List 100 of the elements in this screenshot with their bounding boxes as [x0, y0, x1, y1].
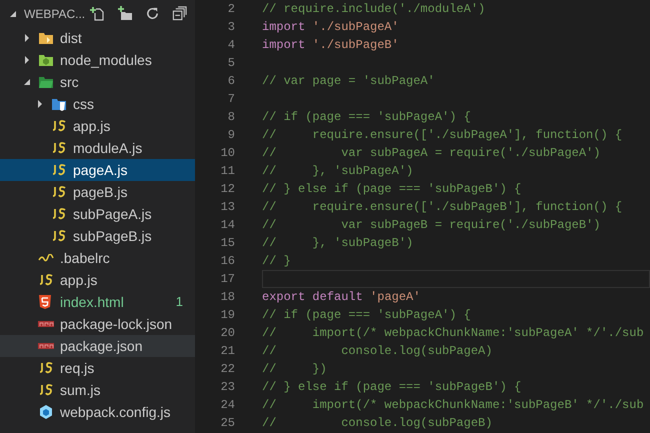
tree-item[interactable]: pageA.js: [0, 159, 195, 181]
code-line: // } else if (page === 'subPageB') {: [262, 379, 522, 396]
file-name: webpack.config.js: [60, 402, 171, 422]
file-name: pageB.js: [73, 182, 128, 202]
line-number: 19: [220, 307, 235, 324]
file-name: req.js: [60, 358, 94, 378]
refresh-icon[interactable]: [145, 6, 160, 21]
line-number: 3: [226, 19, 235, 36]
line-number: 7: [226, 91, 235, 108]
code-line: // var subPageB = require('./subPageB'): [262, 217, 600, 234]
js-file-icon: [51, 230, 67, 242]
code-line: // import(/* webpackChunkName:'subPageA' */'./sub: [262, 325, 644, 342]
line-number: 13: [220, 199, 235, 216]
html5-icon: [38, 294, 52, 310]
code-line: export default 'pageA': [262, 289, 420, 306]
tree-item[interactable]: sum.js: [0, 379, 195, 401]
new-file-icon[interactable]: [89, 6, 105, 22]
code-line: // }: [262, 253, 291, 270]
tree-item[interactable]: src: [0, 71, 195, 93]
new-folder-icon[interactable]: [117, 6, 133, 22]
line-number: 24: [220, 397, 235, 414]
code-line: // var subPageA = require('./subPageA'): [262, 145, 600, 162]
line-number: 21: [220, 343, 235, 360]
tree-item[interactable]: subPageB.js: [0, 225, 195, 247]
tree-item[interactable]: package.json: [0, 335, 195, 357]
line-number: 17: [220, 271, 235, 288]
tree-item[interactable]: webpack.config.js: [0, 401, 195, 423]
collapsed-arrow-icon[interactable]: [22, 55, 32, 65]
line-number: 16: [220, 253, 235, 270]
file-name: package-lock.json: [60, 314, 172, 334]
file-name: sum.js: [60, 380, 100, 400]
line-number: 12: [220, 181, 235, 198]
tree-item[interactable]: dist: [0, 27, 195, 49]
line-number: 6: [226, 73, 235, 90]
file-name: index.html: [60, 292, 124, 312]
file-name: app.js: [73, 116, 110, 136]
code-line: // if (page === 'subPageA') {: [262, 109, 471, 126]
tree-item[interactable]: req.js: [0, 357, 195, 379]
file-name: moduleA.js: [73, 138, 142, 158]
line-number: 14: [220, 217, 235, 234]
code-line: // console.log(subPageB): [262, 415, 492, 432]
code-line: // if (page === 'subPageA') {: [262, 307, 471, 324]
tree-item[interactable]: moduleA.js: [0, 137, 195, 159]
collapse-all-icon[interactable]: [172, 6, 187, 21]
js-file-icon: [51, 142, 67, 154]
js-file-icon: [51, 186, 67, 198]
folder-icon: [38, 75, 54, 89]
folder-icon: [51, 97, 67, 111]
file-name: node_modules: [60, 50, 152, 70]
file-name: subPageB.js: [73, 226, 152, 246]
code-line: // var page = 'subPageA': [262, 73, 435, 90]
tree-item[interactable]: app.js: [0, 269, 195, 291]
collapsed-arrow-icon[interactable]: [22, 33, 32, 43]
js-file-icon: [51, 164, 67, 176]
tree-item[interactable]: app.js: [0, 115, 195, 137]
js-file-icon: [51, 208, 67, 220]
line-number: 8: [226, 109, 235, 126]
file-name: subPageA.js: [73, 204, 152, 224]
chevron-icon[interactable]: [8, 8, 18, 18]
collapsed-arrow-icon[interactable]: [35, 99, 45, 109]
problem-count: 1: [176, 293, 183, 312]
line-number: 18: [220, 289, 235, 306]
tree-item[interactable]: .babelrc: [0, 247, 195, 269]
js-file-icon: [38, 384, 54, 396]
line-number: 15: [220, 235, 235, 252]
tree-item[interactable]: css: [0, 93, 195, 115]
file-name: app.js: [60, 270, 98, 290]
file-name: .babelrc: [60, 248, 110, 268]
js-file-icon: [51, 120, 67, 132]
js-file-icon: [38, 362, 54, 374]
code-line: // } else if (page === 'subPageB') {: [262, 181, 522, 198]
tree-item[interactable]: node_modules: [0, 49, 195, 71]
line-number: 25: [220, 415, 235, 432]
code-line: // import(/* webpackChunkName:'subPageB' */'./sub: [262, 397, 644, 414]
folder-icon: [38, 53, 54, 67]
code-line: import './subPageB': [262, 37, 399, 54]
tree-item[interactable]: subPageA.js: [0, 203, 195, 225]
code-line: // }): [262, 361, 327, 378]
code-line: import './subPageA': [262, 19, 399, 36]
line-number: 11: [220, 163, 235, 180]
code-line: // require.ensure(['./subPageB'], function() {: [262, 199, 622, 216]
file-name: package.json: [60, 336, 143, 356]
expanded-arrow-icon[interactable]: [22, 77, 32, 87]
file-name: pageA.js: [73, 160, 128, 180]
tree-item[interactable]: pageB.js: [0, 181, 195, 203]
explorer-title: WEBPAC...: [24, 6, 86, 22]
code-line: // require.include('./moduleA'): [262, 1, 486, 18]
file-name: src: [60, 72, 79, 92]
code-line: // require.ensure(['./subPageA'], function() {: [262, 127, 622, 144]
line-number: 4: [226, 37, 235, 54]
folder-icon: [38, 31, 54, 45]
code-line: // }, 'subPageB'): [262, 235, 414, 252]
file-name: css: [73, 94, 94, 114]
tree-item[interactable]: package-lock.json: [0, 313, 195, 335]
line-number: 23: [220, 379, 235, 396]
tree-item[interactable]: index.html 1: [0, 291, 195, 313]
file-name: dist: [60, 28, 82, 48]
line-number: 22: [220, 361, 235, 378]
line-number: 20: [220, 325, 235, 342]
line-number: 9: [226, 127, 235, 144]
